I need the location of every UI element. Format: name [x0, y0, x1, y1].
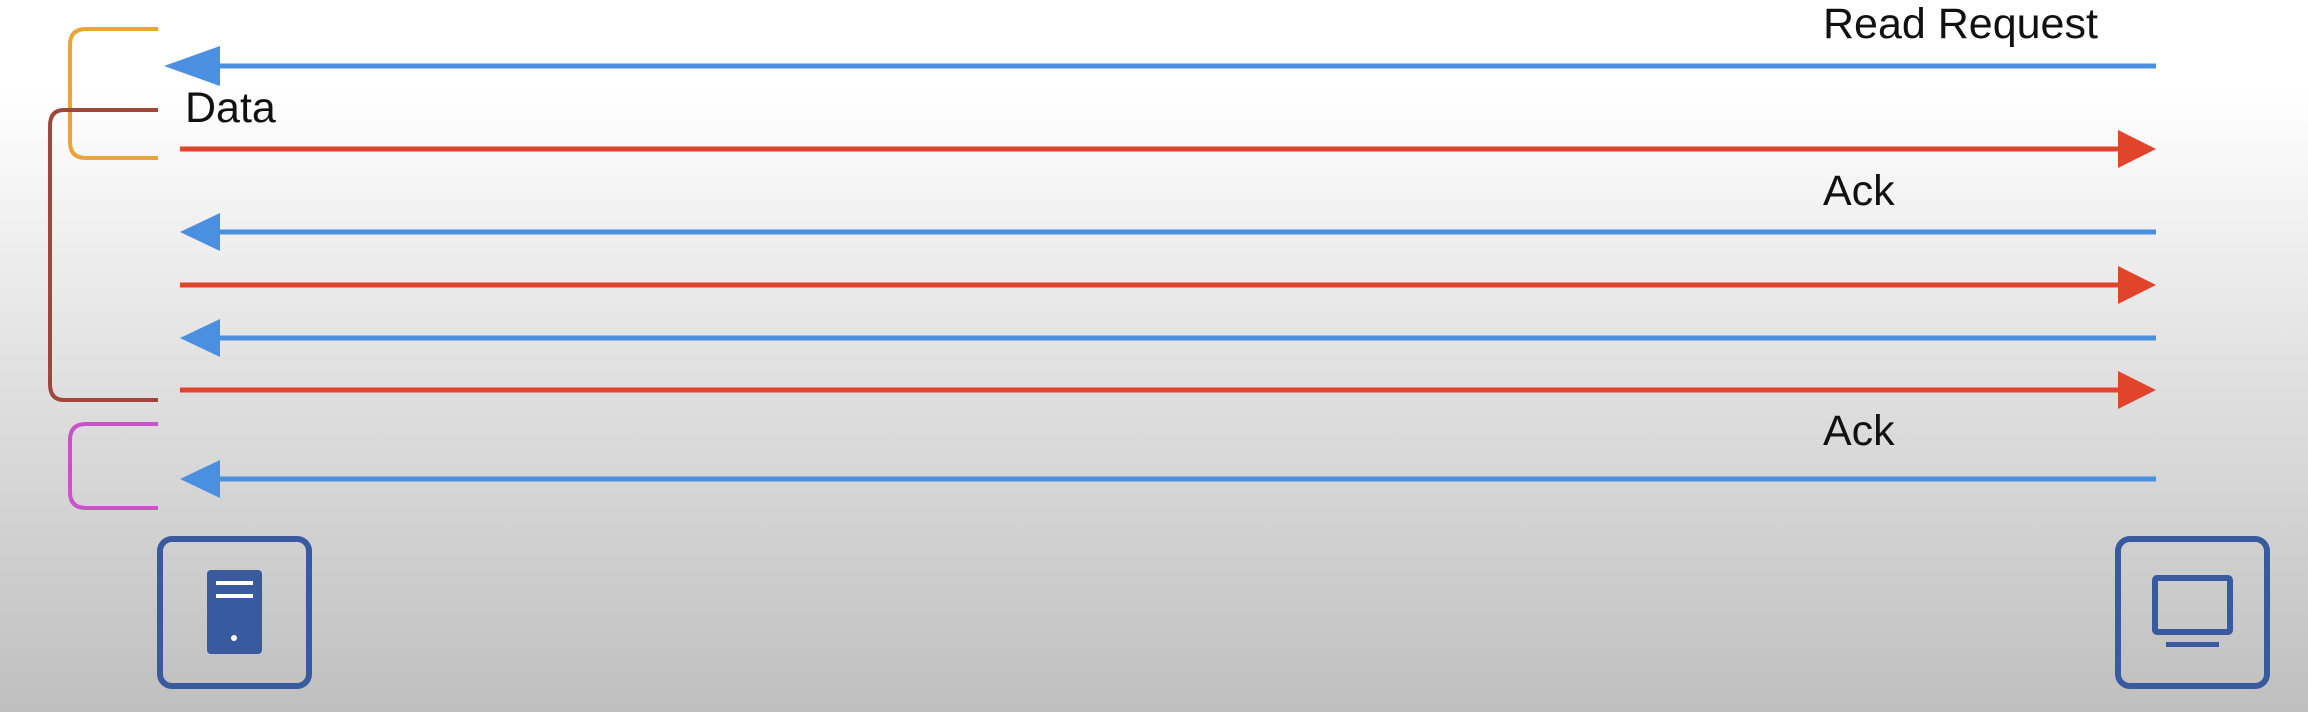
arrow-ack-2	[180, 319, 2156, 357]
data-label: Data	[185, 84, 276, 132]
computer-monitor-icon	[2152, 575, 2233, 647]
ack-label-second: Ack	[1823, 407, 1895, 455]
tftp-sequence-diagram	[48, 27, 2270, 689]
server-icon	[207, 570, 262, 654]
arrow-ack-1	[180, 213, 2156, 251]
ack-label-first: Ack	[1823, 167, 1895, 215]
bracket-read-request-data	[68, 27, 158, 160]
bracket-final-ack	[68, 422, 158, 510]
server-device	[157, 536, 312, 689]
arrow-data-3	[180, 371, 2156, 409]
arrow-read-request	[164, 46, 2156, 86]
arrow-data-2	[180, 266, 2156, 304]
arrow-data-1	[180, 130, 2156, 168]
arrow-ack-3	[180, 460, 2156, 498]
client-device	[2115, 536, 2270, 689]
bracket-data-transfer	[48, 108, 158, 402]
read-request-label: Read Request	[1823, 0, 2098, 48]
